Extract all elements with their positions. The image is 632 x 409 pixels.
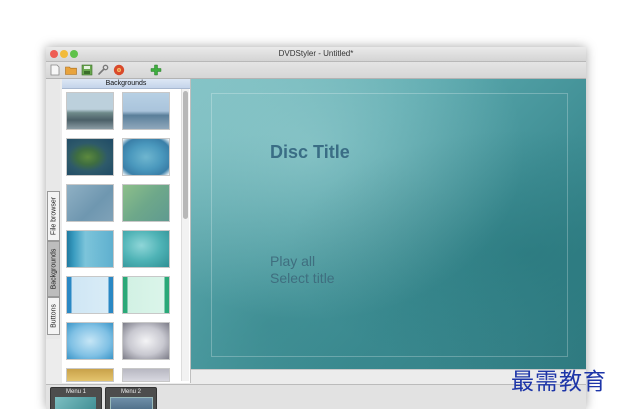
background-thumbnail[interactable] <box>122 368 170 382</box>
panel-scrollbar[interactable] <box>181 89 189 381</box>
play-all-button[interactable]: Play all <box>270 253 315 269</box>
new-icon[interactable] <box>49 64 61 76</box>
tab-file-browser-label: File browser <box>50 196 57 236</box>
backgrounds-panel: Backgrounds <box>62 79 191 383</box>
background-thumbnail[interactable] <box>122 138 170 176</box>
menu-2-preview <box>110 397 153 409</box>
background-thumbnail[interactable] <box>122 230 170 268</box>
tab-backgrounds[interactable]: Backgrounds <box>47 241 60 297</box>
menu-1-preview <box>55 397 96 409</box>
panel-scrollbar-thumb[interactable] <box>183 91 188 219</box>
tab-buttons-label: Buttons <box>50 304 57 328</box>
background-thumbnail[interactable] <box>66 368 114 382</box>
select-title-button[interactable]: Select title <box>270 270 335 286</box>
menu-1-tile[interactable]: Menu 1 <box>50 387 102 409</box>
menu-2-label: Menu 2 <box>120 389 141 395</box>
open-folder-icon[interactable] <box>65 64 77 76</box>
background-thumbnail[interactable] <box>66 276 114 314</box>
menu-background[interactable]: Disc Title Play all Select title <box>191 79 586 369</box>
disc-title-text[interactable]: Disc Title <box>270 142 350 163</box>
background-thumbnail[interactable] <box>122 184 170 222</box>
safe-area-frame <box>211 93 568 357</box>
tab-backgrounds-label: Backgrounds <box>50 248 57 290</box>
panel-header: Backgrounds <box>62 79 190 89</box>
tab-file-browser[interactable]: File browser <box>47 191 60 241</box>
watermark-text: 最需教育 <box>511 369 607 395</box>
menu-editor-canvas: Disc Title Play all Select title <box>191 79 586 384</box>
settings-icon[interactable] <box>97 64 109 76</box>
background-thumbnail[interactable] <box>66 138 114 176</box>
app-window: DVDStyler - Untitled* File browser Backg… <box>46 47 586 409</box>
background-thumbnail[interactable] <box>66 92 114 130</box>
toolbar <box>46 62 586 79</box>
background-thumbnail[interactable] <box>66 184 114 222</box>
burn-disc-icon[interactable] <box>113 64 125 76</box>
title-bar: DVDStyler - Untitled* <box>46 47 586 62</box>
background-thumbnail[interactable] <box>122 92 170 130</box>
save-icon[interactable] <box>81 64 93 76</box>
background-thumbnail[interactable] <box>122 322 170 360</box>
background-thumbnail[interactable] <box>122 276 170 314</box>
menus-tray: Menu 1 Menu 2 <box>46 384 586 409</box>
tab-buttons[interactable]: Buttons <box>47 297 60 335</box>
window-title: DVDStyler - Untitled* <box>278 49 354 58</box>
add-icon[interactable] <box>150 64 162 76</box>
background-thumbnail[interactable] <box>66 230 114 268</box>
menu-2-tile[interactable]: Menu 2 <box>105 387 157 409</box>
side-tab-strip: File browser Backgrounds Buttons <box>46 79 60 339</box>
menu-1-label: Menu 1 <box>65 389 86 395</box>
background-thumbnail[interactable] <box>66 322 114 360</box>
